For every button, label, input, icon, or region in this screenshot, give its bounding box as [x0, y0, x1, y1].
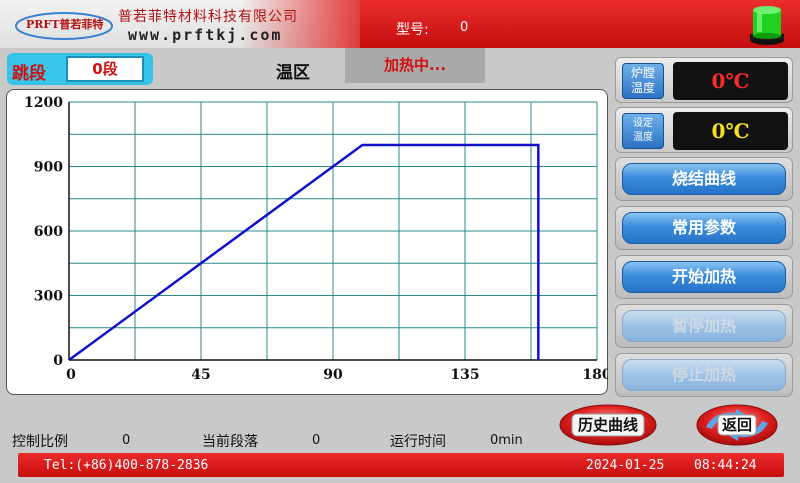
footer-time: 08:44:24: [694, 458, 757, 473]
pause-heating-button[interactable]: 暂停加热: [615, 304, 793, 348]
chart-x-tick-label: 45: [191, 367, 210, 383]
set-temp-value: 0℃: [673, 112, 788, 150]
logo-text: PRFT普若菲特: [26, 17, 103, 31]
chart-y-tick-label: 600: [34, 224, 63, 240]
set-temp-icon-label: 设定 温度: [633, 118, 653, 143]
common-params-button-label: 常用参数: [622, 212, 786, 244]
status-lamp-icon: [745, 4, 789, 46]
model-value: 0: [460, 20, 469, 35]
jump-segment-label: 跳段: [12, 64, 46, 84]
company-logo: PRFT普若菲特: [14, 6, 114, 42]
company-name: 普若菲特材料科技有限公司: [118, 9, 298, 25]
pause-heating-button-label: 暂停加热: [622, 310, 786, 342]
furnace-temp-card: 炉膛 温度 0℃: [615, 57, 793, 103]
furnace-temp-icon[interactable]: 炉膛 温度: [622, 63, 664, 99]
chart-x-tick-label: 90: [323, 367, 343, 383]
history-curve-button-label: 历史曲线: [577, 416, 638, 434]
history-curve-button[interactable]: 历史曲线: [558, 403, 658, 447]
chart-y-tick-label: 0: [53, 353, 63, 369]
common-params-button[interactable]: 常用参数: [615, 206, 793, 250]
stop-heating-button[interactable]: 停止加热: [615, 353, 793, 397]
temperature-curve-chart: 0 45 90 135 180 0 300 600 900 1200: [24, 95, 608, 383]
run-time-value: 0min: [490, 433, 523, 448]
zone-label: 温区: [276, 63, 310, 83]
heating-status: 加热中...: [345, 48, 485, 83]
chart-x-tick-label: 135: [450, 367, 479, 383]
control-ratio-label: 控制比例: [12, 434, 68, 450]
sintering-curve-button[interactable]: 烧结曲线: [615, 157, 793, 201]
set-temp-icon[interactable]: 设定 温度: [622, 113, 664, 149]
furnace-temp-value: 0℃: [673, 62, 788, 100]
start-heating-button-label: 开始加热: [622, 261, 786, 293]
set-temp-card: 设定 温度 0℃: [615, 107, 793, 153]
current-segment-label: 当前段落: [202, 434, 258, 450]
footer-tel: Tel:(+86)400-878-2836: [44, 458, 209, 473]
back-button[interactable]: 返回: [696, 403, 778, 447]
back-button-label: 返回: [721, 416, 752, 434]
furnace-temp-icon-label: 炉膛 温度: [630, 66, 655, 95]
run-time-label: 运行时间: [390, 434, 446, 450]
footer-date: 2024-01-25: [586, 458, 665, 473]
website-url: www.prftkj.com: [128, 26, 283, 44]
chart-y-tick-label: 300: [34, 289, 63, 305]
chart-y-tick-label: 1200: [24, 95, 63, 111]
start-heating-button[interactable]: 开始加热: [615, 255, 793, 299]
control-ratio-value: 0: [122, 433, 131, 448]
jump-segment-input[interactable]: 0段: [66, 56, 144, 82]
current-segment-value: 0: [312, 433, 321, 448]
model-label: 型号:: [396, 22, 429, 38]
chart-x-tick-label: 180: [582, 367, 608, 383]
sintering-curve-button-label: 烧结曲线: [622, 163, 786, 195]
chart-y-tick-label: 900: [34, 160, 63, 176]
chart-x-tick-label: 0: [66, 367, 76, 383]
stop-heating-button-label: 停止加热: [622, 359, 786, 391]
